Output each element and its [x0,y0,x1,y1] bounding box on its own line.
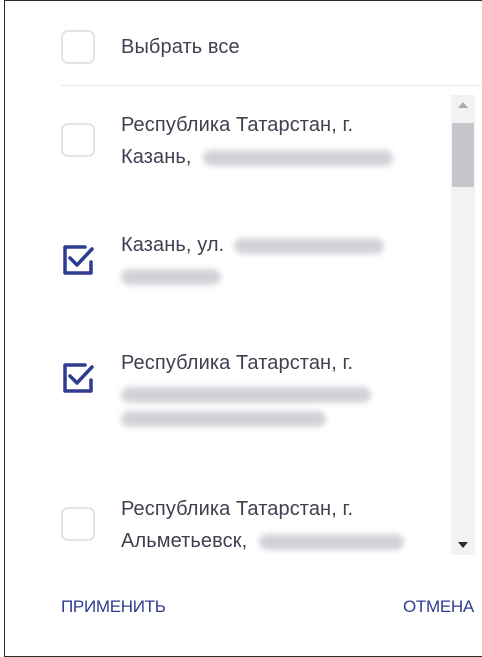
checkmark-icon [63,363,94,393]
apply-button[interactable]: ПРИМЕНИТЬ [61,593,166,621]
list-item[interactable]: Республика Татарстан, г. Казань, [61,109,447,209]
select-all-label: Выбрать все [121,36,240,58]
redacted-text [121,269,221,285]
redacted-text [121,411,326,427]
item-line: Республика Татарстан, г. [121,352,354,374]
item-line: Казань, [121,146,192,168]
redacted-text [121,387,371,403]
item-line: Альметьевск, [121,530,248,552]
address-list[interactable]: Республика Татарстан, г. Казань, Казань,… [61,95,447,555]
redacted-text [258,533,404,550]
scroll-down-button[interactable] [451,535,475,555]
scrollbar-thumb[interactable] [452,123,474,187]
redacted-text [233,237,384,254]
scroll-up-button[interactable] [451,95,475,115]
item-text: Республика Татарстан, г. Альметьевск, [121,493,441,555]
item-checkbox[interactable] [61,243,95,277]
checkmark-icon [63,245,94,275]
select-all-checkbox[interactable] [61,30,95,64]
list-item[interactable]: Республика Татарстан, г. Альметьевск, [61,493,447,555]
list-item[interactable]: Казань, ул. [61,229,447,329]
list-item[interactable]: Республика Татарстан, г. [61,347,447,477]
item-checkbox[interactable] [61,507,95,541]
item-checkbox[interactable] [61,123,95,157]
item-line: Республика Татарстан, г. [121,498,354,520]
item-line: Казань, ул. [121,234,225,256]
scrollbar[interactable] [451,95,475,555]
cancel-button[interactable]: ОТМЕНА [403,593,474,621]
item-line-wrap: Казань, [121,141,441,173]
divider [61,85,482,86]
item-text: Республика Татарстан, г. [121,347,441,435]
item-line-wrap: Альметьевск, [121,525,441,555]
triangle-up-icon [458,102,468,108]
select-all-option[interactable]: Выбрать все [61,25,482,69]
item-line: Республика Татарстан, г. [121,114,354,136]
triangle-down-icon [458,542,468,548]
redacted-text [203,149,394,166]
item-text: Республика Татарстан, г. Казань, [121,109,441,173]
item-text: Казань, ул. [121,229,441,293]
item-checkbox[interactable] [61,361,95,395]
dropdown-footer: ПРИМЕНИТЬ ОТМЕНА [61,593,482,621]
address-filter-dropdown: Выбрать все Республика Татарстан, г. Каз… [4,0,482,657]
item-line-wrap: Казань, ул. [121,229,441,261]
